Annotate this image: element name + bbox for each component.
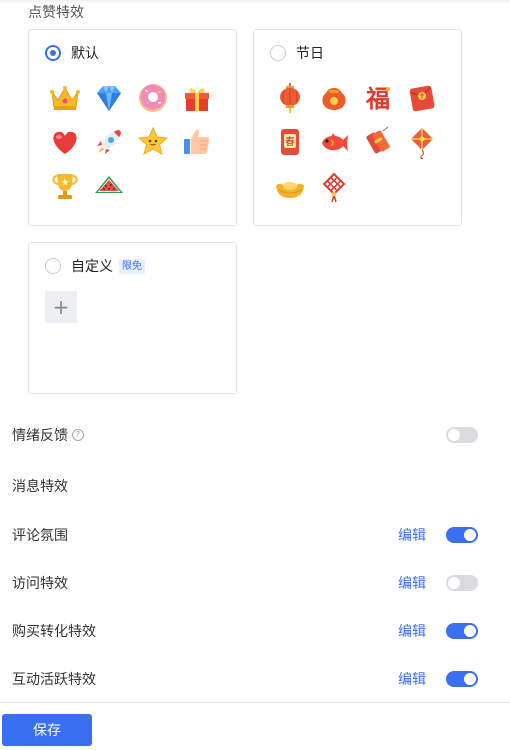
red-envelope-icon xyxy=(400,76,444,120)
comment-atmosphere-row: 评论氛围 编辑 xyxy=(12,523,478,547)
emotion-feedback-label: 情绪反馈 xyxy=(12,428,68,444)
like-effects-title: 点赞特效 xyxy=(28,5,84,21)
star-icon xyxy=(131,120,175,164)
default-radio-row[interactable]: 默认 xyxy=(45,43,99,63)
emotion-feedback-row: 情绪反馈 ? xyxy=(12,423,478,447)
comment-atmosphere-label: 评论氛围 xyxy=(12,528,68,544)
custom-radio-label: 自定义 xyxy=(71,259,113,275)
custom-effects-card[interactable]: 自定义 限免 + xyxy=(28,242,237,394)
question-circle-icon[interactable]: ? xyxy=(72,429,84,441)
visit-effects-edit-link[interactable]: 编辑 xyxy=(398,573,426,593)
gold-ingot-icon xyxy=(268,164,312,208)
default-radio[interactable] xyxy=(45,45,61,61)
firecracker-icon xyxy=(356,120,400,164)
chinese-knot-icon xyxy=(312,164,356,208)
rocket-icon xyxy=(87,120,131,164)
spring-couplet-icon: 春 xyxy=(268,120,312,164)
crown-icon xyxy=(43,76,87,120)
free-limited-tag: 限免 xyxy=(119,258,145,274)
custom-radio[interactable] xyxy=(45,258,61,274)
lucky-bag-icon xyxy=(312,76,356,120)
message-effects-label: 消息特效 xyxy=(12,479,68,495)
visit-effects-switch[interactable] xyxy=(446,575,478,591)
visit-effects-row: 访问特效 编辑 xyxy=(12,571,478,595)
svg-text:春: 春 xyxy=(285,136,295,148)
visit-effects-label: 访问特效 xyxy=(12,576,68,592)
add-custom-effect-button[interactable]: + xyxy=(45,291,77,323)
default-radio-label: 默认 xyxy=(71,46,99,62)
comment-atmosphere-edit-link[interactable]: 编辑 xyxy=(398,525,426,545)
festival-radio[interactable] xyxy=(270,45,286,61)
festival-icon-grid: 福 春 xyxy=(268,76,444,208)
lantern-icon xyxy=(268,76,312,120)
purchase-conversion-label: 购买转化特效 xyxy=(12,624,96,640)
message-effects-row: 消息特效 xyxy=(12,474,478,498)
interaction-active-row: 互动活跃特效 编辑 xyxy=(12,667,478,691)
diamond-icon xyxy=(87,76,131,120)
koi-fish-icon xyxy=(312,120,356,164)
comment-atmosphere-switch[interactable] xyxy=(446,527,478,543)
custom-radio-row[interactable]: 自定义 限免 xyxy=(45,256,145,276)
interaction-active-switch[interactable] xyxy=(446,671,478,687)
plus-icon: + xyxy=(52,295,70,319)
heart-icon xyxy=(43,120,87,164)
donut-icon xyxy=(131,76,175,120)
default-effects-card[interactable]: 默认 xyxy=(28,29,237,226)
gift-icon xyxy=(175,76,219,120)
trophy-icon xyxy=(43,164,87,208)
interaction-active-edit-link[interactable]: 编辑 xyxy=(398,669,426,689)
fu-character-icon: 福 xyxy=(356,76,400,120)
purchase-conversion-row: 购买转化特效 编辑 xyxy=(12,619,478,643)
purchase-conversion-edit-link[interactable]: 编辑 xyxy=(398,621,426,641)
festival-radio-label: 节日 xyxy=(296,46,324,62)
festival-radio-row[interactable]: 节日 xyxy=(270,43,324,63)
purchase-conversion-switch[interactable] xyxy=(446,623,478,639)
kite-icon xyxy=(400,120,444,164)
watermelon-icon xyxy=(87,164,131,208)
default-icon-grid xyxy=(43,76,219,208)
footer-divider xyxy=(0,702,510,703)
emotion-feedback-switch[interactable] xyxy=(446,427,478,443)
save-button[interactable]: 保存 xyxy=(2,714,92,746)
thumbs-up-icon xyxy=(175,120,219,164)
interaction-active-label: 互动活跃特效 xyxy=(12,672,96,688)
festival-effects-card[interactable]: 节日 福 春 xyxy=(253,29,462,226)
